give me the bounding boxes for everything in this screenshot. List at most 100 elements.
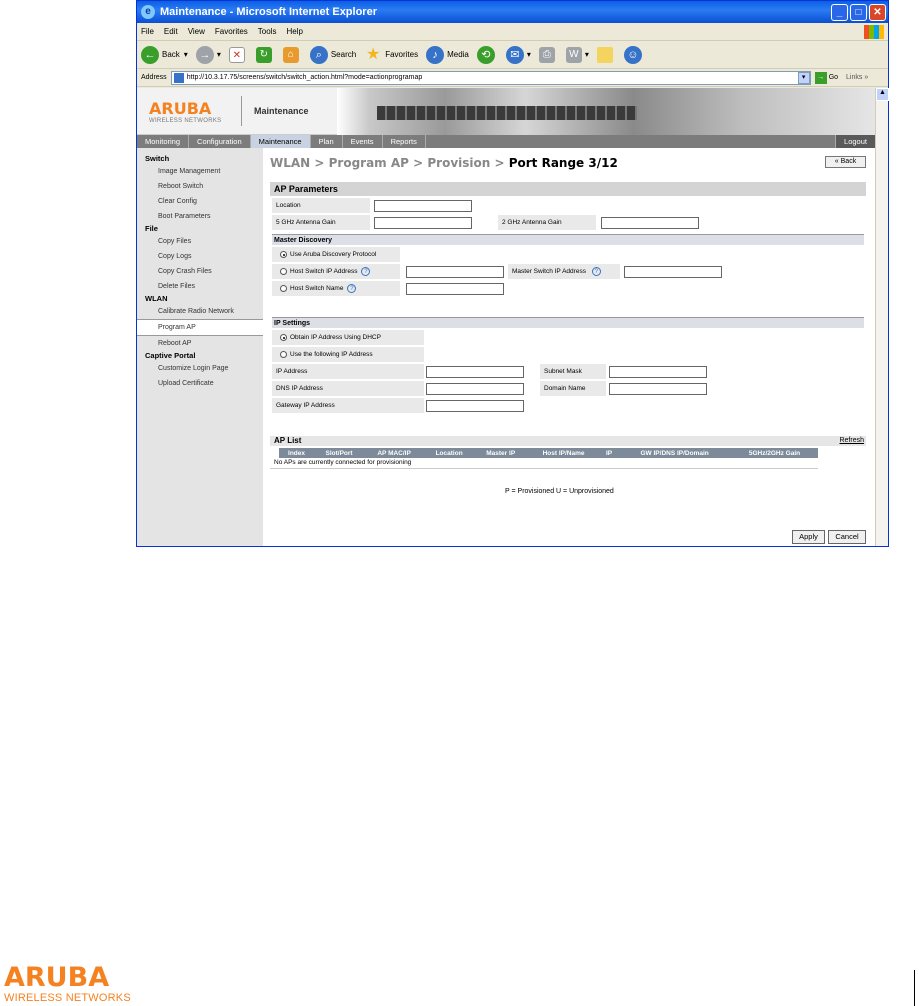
back-dropdown-icon[interactable]: ▾	[184, 50, 188, 59]
gain2-input[interactable]	[601, 217, 699, 229]
radio-dhcp[interactable]: Obtain IP Address Using DHCP	[272, 330, 424, 345]
radio-host-switch-ip[interactable]: Host Switch IP Address ?	[272, 264, 400, 279]
sidebar-item-reboot-ap[interactable]: Reboot AP	[137, 336, 263, 351]
gateway-ip-input[interactable]	[426, 400, 524, 412]
col-ap-mac-ip[interactable]: AP MAC/IP	[364, 448, 425, 458]
help-icon[interactable]: ?	[591, 267, 601, 276]
sidebar-item-image-management[interactable]: Image Management	[137, 164, 263, 179]
col-host-ip-name[interactable]: Host IP/Name	[527, 448, 600, 458]
radio-dot[interactable]	[280, 268, 287, 275]
sidebar-item-program-ap[interactable]: Program AP	[137, 319, 263, 336]
tab-reports[interactable]: Reports	[383, 135, 426, 148]
master-switch-ip-label-text: Master Switch IP Address	[512, 268, 586, 275]
help-icon[interactable]: ?	[361, 267, 371, 276]
sidebar-item-clear-config[interactable]: Clear Config	[137, 194, 263, 209]
cancel-button[interactable]: Cancel	[828, 530, 866, 544]
mail-icon[interactable]: ✉	[505, 45, 524, 64]
master-switch-ip-label: Master Switch IP Address ?	[508, 264, 620, 279]
master-switch-ip-input[interactable]	[624, 266, 722, 278]
menu-tools[interactable]: Tools	[258, 27, 277, 36]
ip-address-input[interactable]	[426, 366, 524, 378]
col-location[interactable]: Location	[424, 448, 475, 458]
col-slot-port[interactable]: Slot/Port	[313, 448, 365, 458]
tab-monitoring[interactable]: Monitoring	[137, 135, 190, 148]
refresh-icon[interactable]: ↻	[255, 46, 272, 63]
radio-host-switch-name[interactable]: Host Switch Name ?	[272, 281, 400, 296]
back-button[interactable]: ← Back ▾	[141, 45, 188, 64]
media-button[interactable]: ♪ Media	[426, 45, 469, 64]
sidebar-item-reboot-switch[interactable]: Reboot Switch	[137, 179, 263, 194]
menu-favorites[interactable]: Favorites	[215, 27, 248, 36]
mail-dropdown-icon[interactable]: ▾	[527, 50, 531, 59]
location-input[interactable]	[374, 200, 472, 212]
home-icon[interactable]: ⌂	[282, 46, 299, 63]
back-nav-button[interactable]: « Back	[825, 156, 866, 168]
host-switch-ip-input[interactable]	[406, 266, 504, 278]
web-content: ARUBA WIRELESS NETWORKS Maintenance Moni…	[137, 88, 876, 546]
col-index[interactable]: Index	[279, 448, 314, 458]
links-button[interactable]: Links »	[846, 74, 868, 81]
domain-name-input[interactable]	[609, 383, 707, 395]
sidebar-item-copy-files[interactable]: Copy Files	[137, 234, 263, 249]
tab-configuration[interactable]: Configuration	[189, 135, 251, 148]
tab-events[interactable]: Events	[343, 135, 383, 148]
sidebar-item-upload-certificate[interactable]: Upload Certificate	[137, 376, 263, 391]
sidebar-item-copy-logs[interactable]: Copy Logs	[137, 249, 263, 264]
apply-button[interactable]: Apply	[792, 530, 825, 544]
menu-edit[interactable]: Edit	[164, 27, 178, 36]
col-gw-dns-domain[interactable]: GW IP/DNS IP/Domain	[618, 448, 731, 458]
browser-window: e Maintenance - Microsoft Internet Explo…	[136, 0, 889, 547]
help-icon[interactable]: ?	[347, 284, 357, 293]
messenger-icon[interactable]: ☺	[623, 45, 642, 64]
radio-dot-selected[interactable]	[280, 334, 287, 341]
ap-list-title: AP List	[274, 436, 302, 445]
sidebar-item-calibrate-radio-network[interactable]: Calibrate Radio Network	[137, 304, 263, 319]
maximize-button[interactable]: □	[850, 3, 867, 21]
search-button[interactable]: ⌕ Search	[309, 45, 356, 64]
history-icon[interactable]: ⟲	[476, 45, 495, 64]
col-master-ip[interactable]: Master IP	[474, 448, 528, 458]
tab-maintenance[interactable]: Maintenance	[250, 135, 311, 148]
edit-dropdown-icon[interactable]: ▾	[585, 50, 589, 59]
radio-aruba-discovery[interactable]: Use Aruba Discovery Protocol	[272, 247, 400, 262]
gain5-input[interactable]	[374, 217, 472, 229]
stop-icon[interactable]: ✕	[228, 46, 245, 63]
favorites-button[interactable]: ★ Favorites	[364, 46, 418, 64]
minimize-button[interactable]: _	[831, 3, 848, 21]
address-dropdown-icon[interactable]: ▾	[797, 71, 810, 84]
radio-dot-selected[interactable]	[280, 251, 287, 258]
menu-view[interactable]: View	[188, 27, 205, 36]
go-label: Go	[828, 74, 839, 81]
menu-bar: File Edit View Favorites Tools Help	[137, 23, 888, 41]
menu-help[interactable]: Help	[286, 27, 302, 36]
address-input[interactable]: http://10.3.17.75/screens/switch/switch_…	[170, 70, 811, 85]
forward-dropdown-icon[interactable]: ▾	[217, 50, 221, 59]
menu-file[interactable]: File	[141, 27, 154, 36]
radio-static-ip[interactable]: Use the following IP Address	[272, 347, 424, 362]
close-button[interactable]: ✕	[869, 3, 886, 21]
tab-plan[interactable]: Plan	[311, 135, 343, 148]
print-icon[interactable]: ⎙	[538, 46, 555, 63]
vertical-scrollbar[interactable]: ▲	[875, 88, 889, 546]
refresh-link[interactable]: Refresh	[839, 436, 864, 446]
sidebar-item-copy-crash-files[interactable]: Copy Crash Files	[137, 264, 263, 279]
sidebar-item-customize-login-page[interactable]: Customize Login Page	[137, 361, 263, 376]
go-button[interactable]: → Go	[814, 71, 839, 84]
forward-button[interactable]: → ▾	[195, 45, 221, 64]
sidebar-item-boot-parameters[interactable]: Boot Parameters	[137, 209, 263, 224]
edit-icon[interactable]: W	[565, 46, 582, 63]
dns-ip-input[interactable]	[426, 383, 524, 395]
radio-dot[interactable]	[280, 285, 287, 292]
radio-dot[interactable]	[280, 351, 287, 358]
host-switch-name-input[interactable]	[406, 283, 504, 295]
radio-dhcp-label: Obtain IP Address Using DHCP	[290, 334, 381, 341]
favorites-label: Favorites	[385, 50, 419, 59]
ie-icon: e	[141, 5, 155, 19]
col-gain[interactable]: 5GHz/2GHz Gain	[730, 448, 818, 458]
logout-button[interactable]: Logout	[835, 135, 876, 148]
col-ip[interactable]: IP	[599, 448, 619, 458]
subnet-mask-input[interactable]	[609, 366, 707, 378]
discuss-icon[interactable]	[596, 46, 613, 63]
scroll-up-icon[interactable]: ▲	[876, 88, 889, 101]
sidebar-item-delete-files[interactable]: Delete Files	[137, 279, 263, 294]
